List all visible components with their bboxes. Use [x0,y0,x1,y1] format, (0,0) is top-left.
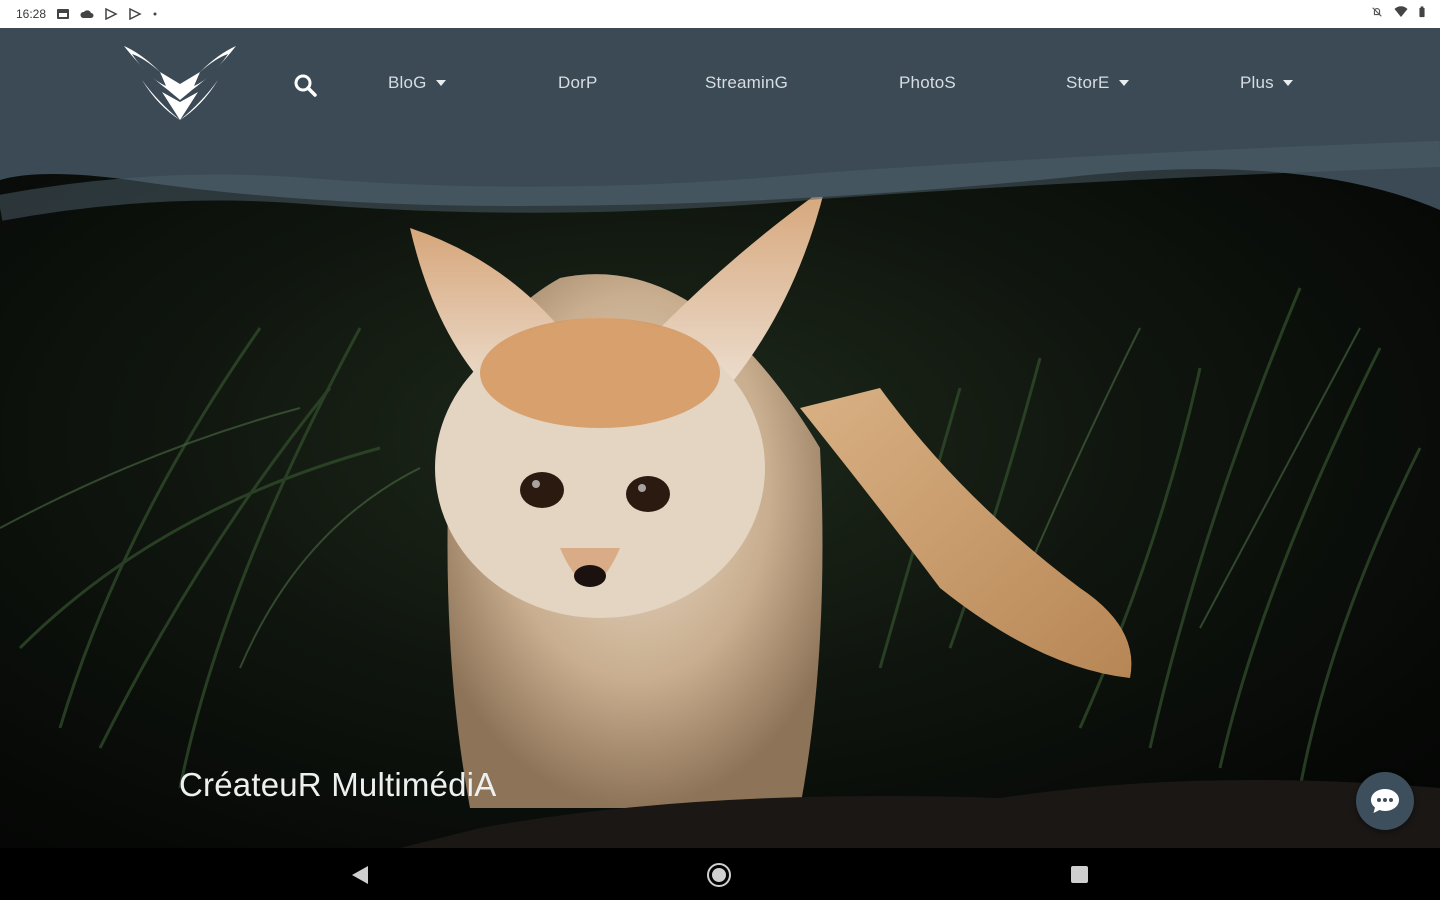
nav-item-store[interactable]: StorE [1066,71,1129,95]
chevron-down-icon [435,80,446,86]
nav-item-dorp[interactable]: DorP [558,71,598,95]
nav-item-label: StorE [1066,73,1110,92]
nav-item-label: BloG [388,73,427,92]
nav-item-label: PhotoS [899,73,956,92]
notifications-off-icon [1372,7,1382,17]
chevron-down-icon [1282,80,1293,86]
chevron-down-icon [1118,80,1129,86]
play-store-icon [105,8,118,20]
nav-item-label: Plus [1240,73,1274,92]
battery-icon [1419,6,1425,18]
status-bar: 16:28 [0,0,1440,28]
search-icon[interactable] [292,72,318,98]
nav-item-streaming[interactable]: StreaminG [705,71,788,95]
nav-item-label: DorP [558,73,598,92]
dot-icon [153,12,157,16]
chat-bubble-icon [1371,789,1399,813]
nav-bar: BloG DorP StreaminG PhotoS StorE Plus [0,28,1440,138]
wifi-icon [1394,6,1408,17]
status-time: 16:28 [16,7,47,21]
nav-item-blog[interactable]: BloG [388,71,446,95]
calendar-icon [57,9,70,19]
nav-item-plus[interactable]: Plus [1240,71,1293,95]
play-store-icon [129,8,142,20]
chat-button[interactable] [1356,772,1414,830]
fennec-fox-logo[interactable] [118,42,242,124]
hero-title: CréateuR MultimédiA [179,766,497,803]
recents-icon[interactable] [1071,866,1088,883]
fennec-fox-photo [0,188,1440,848]
home-icon[interactable] [706,862,732,888]
status-right [1370,6,1426,18]
status-left: 16:28 [16,7,158,21]
android-nav-bar [0,848,1440,900]
hero-image [0,28,1440,848]
cloud-icon [80,10,94,18]
nav-item-photos[interactable]: PhotoS [899,71,956,95]
back-icon[interactable] [350,864,370,886]
nav-item-label: StreaminG [705,73,789,92]
